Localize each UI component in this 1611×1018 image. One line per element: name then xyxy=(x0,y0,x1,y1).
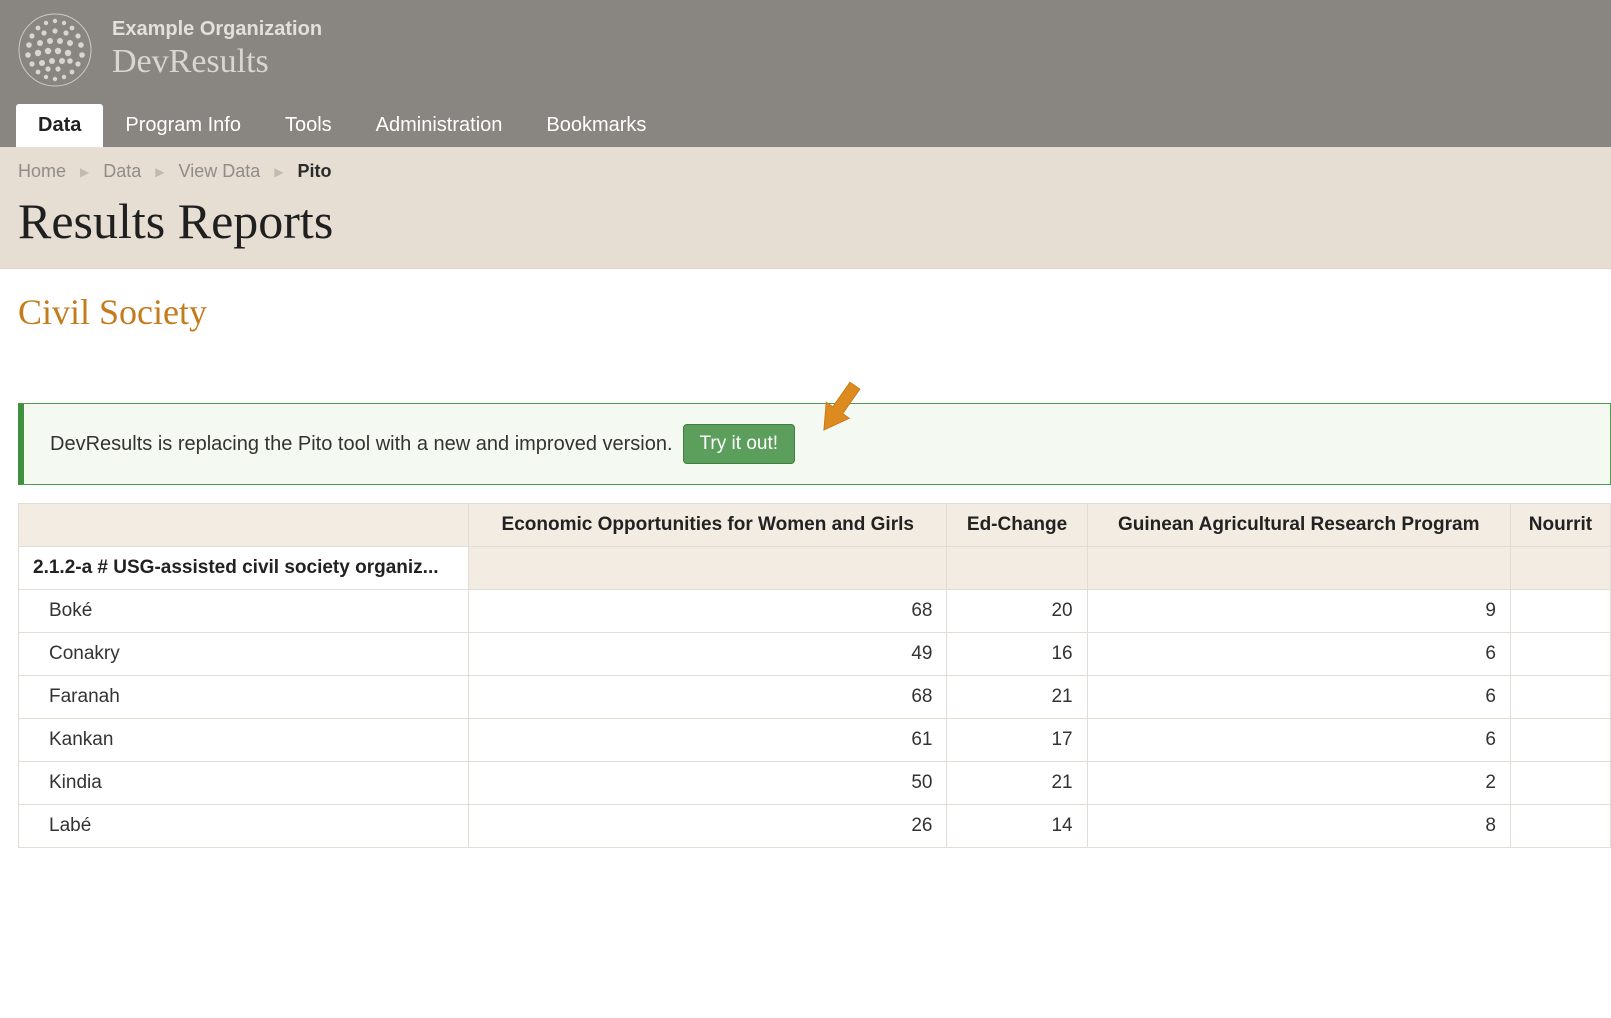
region-cell: Faranah xyxy=(19,676,469,719)
region-cell: Boké xyxy=(19,590,469,633)
table-group-row: 2.1.2-a # USG-assisted civil society org… xyxy=(19,547,1611,590)
value-cell: 17 xyxy=(947,719,1087,762)
value-cell: 49 xyxy=(469,633,947,676)
group-empty-cell xyxy=(1510,547,1610,590)
value-cell: 6 xyxy=(1087,676,1510,719)
value-cell: 68 xyxy=(469,590,947,633)
table-header-col2: Ed-Change xyxy=(947,504,1087,547)
main-nav: Data Program Info Tools Administration B… xyxy=(0,105,1611,147)
table-header-col3: Guinean Agricultural Research Program xyxy=(1087,504,1510,547)
upgrade-alert: DevResults is replacing the Pito tool wi… xyxy=(18,403,1611,485)
nav-bookmarks[interactable]: Bookmarks xyxy=(524,104,668,147)
table-header-row: Economic Opportunities for Women and Gir… xyxy=(19,504,1611,547)
value-cell xyxy=(1510,719,1610,762)
region-cell: Kankan xyxy=(19,719,469,762)
value-cell: 21 xyxy=(947,762,1087,805)
value-cell xyxy=(1510,805,1610,848)
breadcrumb: Home ▶ Data ▶ View Data ▶ Pito xyxy=(18,161,1593,182)
table-row: Faranah68216 xyxy=(19,676,1611,719)
breadcrumb-current: Pito xyxy=(297,161,331,182)
header-text: Example Organization DevResults xyxy=(112,18,322,81)
nav-tools[interactable]: Tools xyxy=(263,104,354,147)
table-row: Labé26148 xyxy=(19,805,1611,848)
globe-dots-icon xyxy=(16,11,94,89)
results-table-wrap: Economic Opportunities for Women and Gir… xyxy=(0,503,1611,848)
value-cell: 50 xyxy=(469,762,947,805)
chevron-right-icon: ▶ xyxy=(274,165,283,179)
value-cell xyxy=(1510,590,1610,633)
nav-data[interactable]: Data xyxy=(16,104,103,147)
value-cell: 6 xyxy=(1087,719,1510,762)
nav-program-info[interactable]: Program Info xyxy=(103,104,263,147)
breadcrumb-home[interactable]: Home xyxy=(18,161,66,182)
nav-administration[interactable]: Administration xyxy=(354,104,525,147)
value-cell xyxy=(1510,633,1610,676)
value-cell: 6 xyxy=(1087,633,1510,676)
value-cell: 61 xyxy=(469,719,947,762)
table-row: Conakry49166 xyxy=(19,633,1611,676)
group-empty-cell xyxy=(469,547,947,590)
value-cell: 68 xyxy=(469,676,947,719)
value-cell: 20 xyxy=(947,590,1087,633)
value-cell xyxy=(1510,762,1610,805)
region-cell: Kindia xyxy=(19,762,469,805)
table-row: Kindia50212 xyxy=(19,762,1611,805)
value-cell: 14 xyxy=(947,805,1087,848)
alert-message: DevResults is replacing the Pito tool wi… xyxy=(50,433,673,456)
group-empty-cell xyxy=(947,547,1087,590)
table-row: Kankan61176 xyxy=(19,719,1611,762)
app-header: Example Organization DevResults xyxy=(0,0,1611,105)
value-cell: 21 xyxy=(947,676,1087,719)
table-header-col4: Nourrit xyxy=(1510,504,1610,547)
breadcrumb-area: Home ▶ Data ▶ View Data ▶ Pito Results R… xyxy=(0,147,1611,269)
value-cell: 9 xyxy=(1087,590,1510,633)
org-name: Example Organization xyxy=(112,18,322,41)
group-label: 2.1.2-a # USG-assisted civil society org… xyxy=(19,547,469,590)
value-cell xyxy=(1510,676,1610,719)
results-table: Economic Opportunities for Women and Gir… xyxy=(18,503,1611,848)
table-header-blank xyxy=(19,504,469,547)
chevron-right-icon: ▶ xyxy=(155,165,164,179)
region-cell: Labé xyxy=(19,805,469,848)
breadcrumb-view-data[interactable]: View Data xyxy=(179,161,261,182)
value-cell: 26 xyxy=(469,805,947,848)
alert-wrap: DevResults is replacing the Pito tool wi… xyxy=(0,343,1611,503)
try-it-button[interactable]: Try it out! xyxy=(683,424,795,464)
breadcrumb-data[interactable]: Data xyxy=(103,161,141,182)
value-cell: 2 xyxy=(1087,762,1510,805)
chevron-right-icon: ▶ xyxy=(80,165,89,179)
app-name: DevResults xyxy=(112,43,322,81)
value-cell: 8 xyxy=(1087,805,1510,848)
page-title: Results Reports xyxy=(18,192,1593,250)
group-empty-cell xyxy=(1087,547,1510,590)
value-cell: 16 xyxy=(947,633,1087,676)
logo-wrap: Example Organization DevResults xyxy=(16,11,322,89)
section-wrap: Civil Society xyxy=(0,269,1611,343)
table-row: Boké68209 xyxy=(19,590,1611,633)
region-cell: Conakry xyxy=(19,633,469,676)
section-title: Civil Society xyxy=(18,291,1593,333)
table-header-col1: Economic Opportunities for Women and Gir… xyxy=(469,504,947,547)
